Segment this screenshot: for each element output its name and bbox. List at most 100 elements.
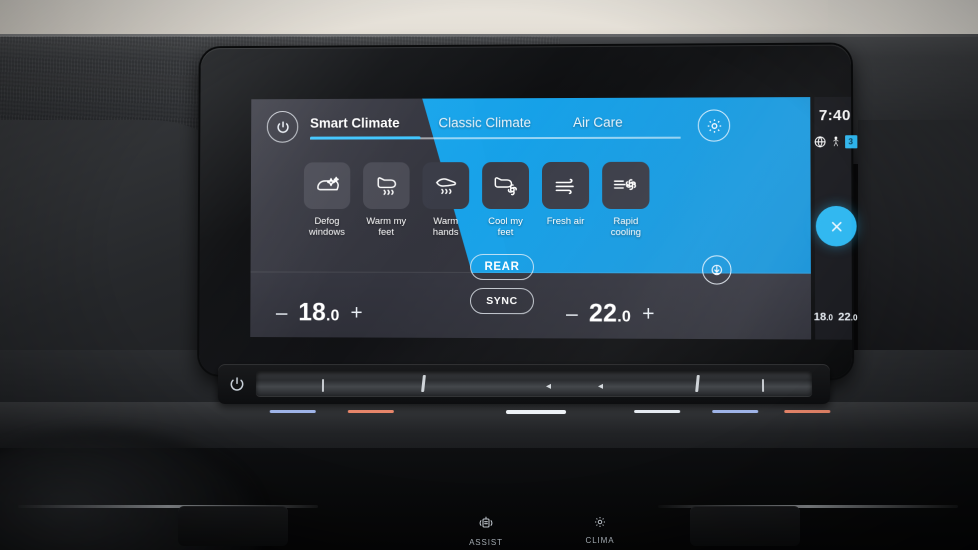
rapid-cooling-icon [611,174,640,197]
led-blue-left [269,410,316,414]
tile-icon-box [602,161,650,209]
assist-label: ASSIST [469,538,503,547]
quick-action-fresh-air[interactable]: Fresh air [541,161,590,227]
climate-slider-bar[interactable]: ◂ ◂ [217,364,831,415]
hardware-power-button[interactable] [228,375,246,393]
driver-temperature-control: – 18.0 + [276,298,363,327]
driver-temperature-value: 18.0 [298,298,340,327]
temp-int: 18 [298,298,327,327]
slider-tick-right [761,379,765,392]
caption-line2: feet [497,226,514,238]
caption-line1: Defog [314,215,340,227]
mini-temp-int: 22 [838,311,851,324]
clima-label: CLIMA [585,536,615,545]
passenger-temperature-value: 22.0 [589,299,631,328]
tile-icon-box [303,162,351,210]
temp-increase-button[interactable]: + [642,302,654,325]
tab-bar: Smart Climate Classic Climate Air Care [310,112,681,147]
gear-icon [705,117,722,134]
caption-line1: Warm my [366,215,407,227]
slider-notch-left [421,375,426,392]
mini-temperature-readout: 18.0 22.0 [807,311,864,323]
assist-icon [479,516,493,528]
console-vent-left [178,506,288,546]
tile-icon-box [422,162,470,210]
tile-icon-box [363,162,410,210]
clima-button[interactable]: CLIMA [574,515,626,545]
tile-icon-box [541,161,590,209]
tab-classic-climate[interactable]: Classic Climate [438,115,531,130]
infotainment-screen: Smart Climate Classic Climate Air Care D… [250,97,812,340]
status-icon-row: 3 [810,133,859,149]
rear-button[interactable]: REAR [470,253,534,281]
slider-notch-right [695,375,700,392]
cool-feet-icon [495,177,518,196]
sync-button[interactable]: SYNC [469,287,534,315]
quick-action-defog-windows[interactable]: Defog windows [303,162,351,238]
mini-temp-dec: .0 [826,313,834,323]
defog-windows-icon [313,174,341,198]
led-white-center [505,410,567,415]
clock: 7:40 [818,106,851,125]
car-dashboard-scene: Smart Climate Classic Climate Air Care D… [0,0,978,550]
quick-action-cool-my-feet[interactable]: Cool my feet [482,162,530,238]
caption-line1: Warm [433,215,459,227]
tab-air-care[interactable]: Air Care [573,115,623,130]
quick-action-rapid-cooling[interactable]: Rapid cooling [602,161,650,238]
mini-temp-int: 18 [813,311,827,324]
tile-caption: Warm my feet [363,216,410,238]
led-red-left [347,410,394,414]
tile-caption: Rapid cooling [602,216,649,238]
temp-decrease-button[interactable]: – [566,302,578,325]
infotainment-bezel: Smart Climate Classic Climate Air Care D… [199,44,858,379]
mini-temp-left: 18.0 [814,311,833,323]
caption-line2: hands [432,226,459,238]
caption-line1: Cool my [488,215,523,228]
caption-line1: Fresh air [546,216,585,228]
temp-dec: .0 [617,308,632,326]
screen-power-button[interactable] [266,110,299,143]
caption-line2: windows [308,226,345,238]
mini-temp-dec: .0 [850,313,858,323]
led-white-right [634,410,681,414]
led-blue-right [712,410,759,414]
tile-caption: Fresh air [542,216,589,227]
mini-temp-right: 22.0 [838,311,857,323]
slider-groove[interactable]: ◂ ◂ [255,371,813,397]
slider-tick-left [321,379,325,392]
tile-caption: Defog windows [304,216,350,238]
temp-increase-button[interactable]: + [350,302,362,325]
console-vent-right [690,506,800,546]
tile-icon-box [482,162,530,210]
quick-action-warm-my-feet[interactable]: Warm my feet [363,162,410,238]
clima-icon [594,516,606,528]
fresh-air-icon [554,177,573,194]
tile-caption: Cool my feet [482,216,529,238]
quick-action-warm-hands[interactable]: Warm hands [422,162,470,238]
passenger-temperature-control: – 22.0 + [566,299,655,328]
settings-button[interactable] [697,109,731,142]
warm-feet-icon [372,173,400,199]
power-icon [275,119,290,134]
pedestrian-icon [829,135,841,148]
temp-decrease-button[interactable]: – [276,301,288,324]
caption-line2: feet [378,226,395,238]
temp-int: 22 [588,299,618,328]
fan-increase-icon[interactable]: ◂ [598,381,603,392]
air-direction-button[interactable] [702,255,732,285]
power-icon [230,377,244,391]
globe-icon [813,135,826,148]
warm-hands-icon [432,173,460,199]
status-badge: 3 [844,134,857,148]
caption-line2: cooling [610,227,641,239]
close-button[interactable] [815,205,857,247]
tab-active-indicator [310,136,421,140]
fan-decrease-icon[interactable]: ◂ [546,381,551,392]
tile-caption: Warm hands [422,216,469,238]
assist-button[interactable]: ASSIST [460,515,512,547]
caption-line1: Rapid [613,216,639,228]
tab-smart-climate[interactable]: Smart Climate [310,116,400,131]
temp-dec: .0 [326,307,340,325]
close-x-icon [827,217,846,236]
air-direction-down-icon [709,262,724,277]
